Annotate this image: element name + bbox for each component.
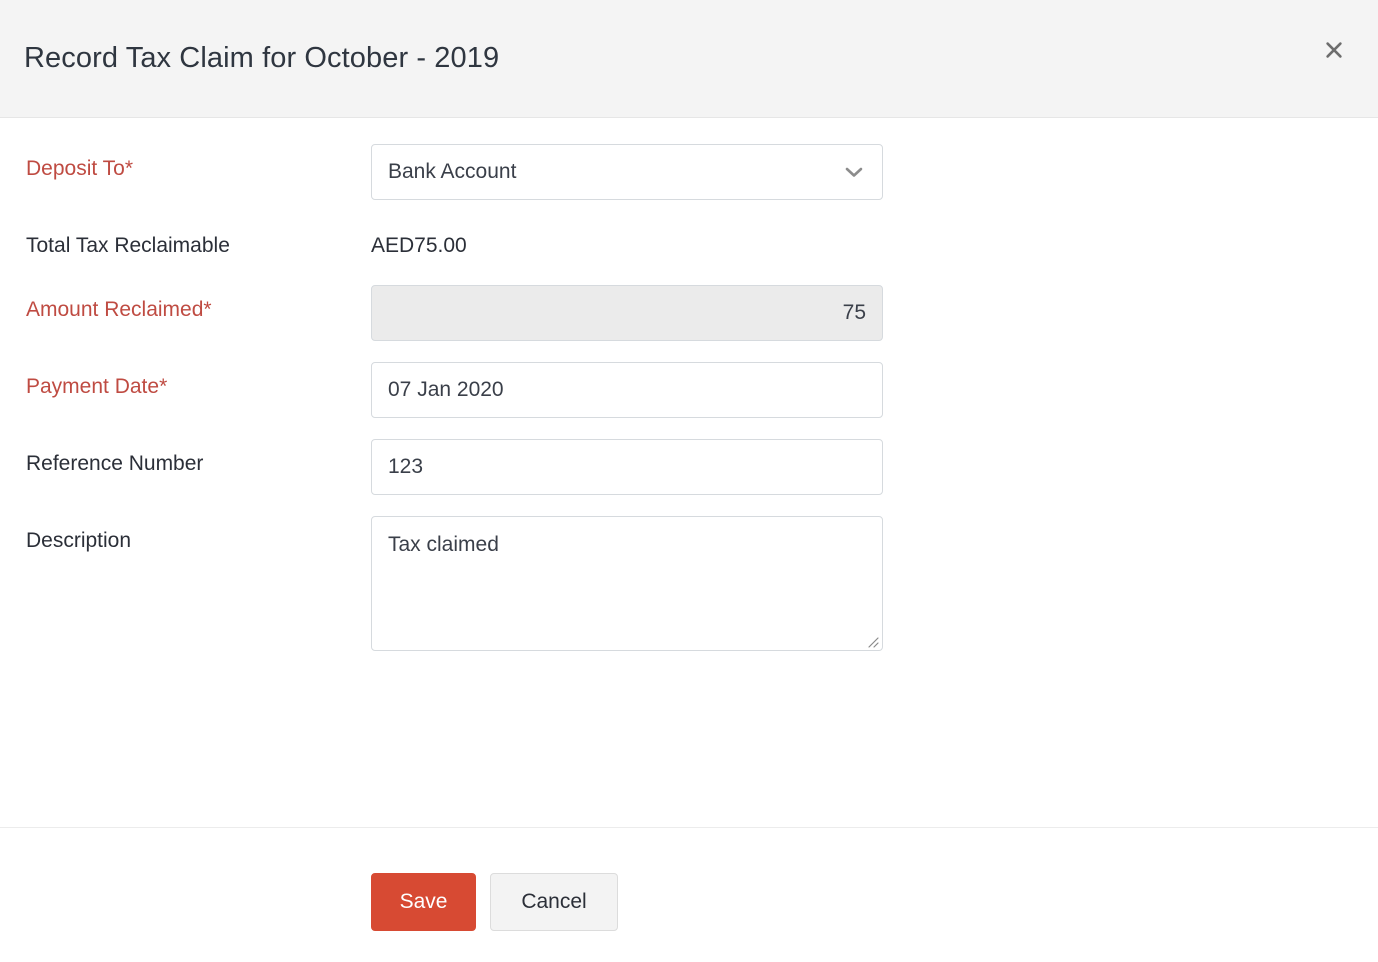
- reference-number-input[interactable]: 123: [371, 439, 883, 496]
- payment-date-input[interactable]: 07 Jan 2020: [371, 362, 883, 419]
- modal-header: Record Tax Claim for October - 2019: [0, 0, 1378, 118]
- chevron-down-icon: [844, 160, 864, 184]
- deposit-to-field: Bank Account: [371, 144, 883, 200]
- amount-reclaimed-input[interactable]: 75: [371, 285, 883, 342]
- cancel-button[interactable]: Cancel: [490, 873, 618, 931]
- field-row-amount-reclaimed: Amount Reclaimed* 75: [0, 285, 1378, 342]
- deposit-to-select[interactable]: Bank Account: [371, 144, 883, 200]
- description-label: Description: [26, 529, 132, 553]
- field-row-total-tax-reclaimable: Total Tax Reclaimable AED75.00: [0, 221, 1378, 259]
- field-row-payment-date: Payment Date* 07 Jan 2020: [0, 362, 1378, 419]
- reference-number-label: Reference Number: [26, 452, 204, 476]
- record-tax-claim-modal: Record Tax Claim for October - 2019 Depo…: [0, 0, 1378, 962]
- deposit-to-selected-value: Bank Account: [388, 160, 517, 183]
- field-row-deposit-to: Deposit To* Bank Account: [0, 144, 1378, 200]
- description-field: Tax claimed: [371, 516, 883, 652]
- modal-body: Deposit To* Bank Account Total Tax Recla…: [0, 118, 1378, 827]
- field-row-description: Description Tax claimed: [0, 516, 1378, 652]
- total-tax-reclaimable-label: Total Tax Reclaimable: [26, 234, 230, 257]
- payment-date-field: 07 Jan 2020: [371, 362, 883, 419]
- description-textarea-wrap: Tax claimed: [371, 516, 883, 652]
- deposit-to-label: Deposit To*: [26, 157, 134, 180]
- reference-number-field: 123: [371, 439, 883, 496]
- description-textarea[interactable]: Tax claimed: [371, 516, 883, 652]
- save-button[interactable]: Save: [371, 873, 476, 931]
- amount-reclaimed-label: Amount Reclaimed*: [26, 298, 212, 322]
- total-tax-reclaimable-field: AED75.00: [371, 221, 467, 259]
- close-icon[interactable]: [1316, 32, 1352, 68]
- total-tax-reclaimable-value: AED75.00: [371, 234, 467, 257]
- page-title: Record Tax Claim for October - 2019: [24, 42, 500, 75]
- modal-footer: Save Cancel: [0, 827, 1378, 962]
- field-row-reference-number: Reference Number 123: [0, 439, 1378, 496]
- payment-date-label: Payment Date*: [26, 375, 168, 399]
- amount-reclaimed-field: 75: [371, 285, 883, 342]
